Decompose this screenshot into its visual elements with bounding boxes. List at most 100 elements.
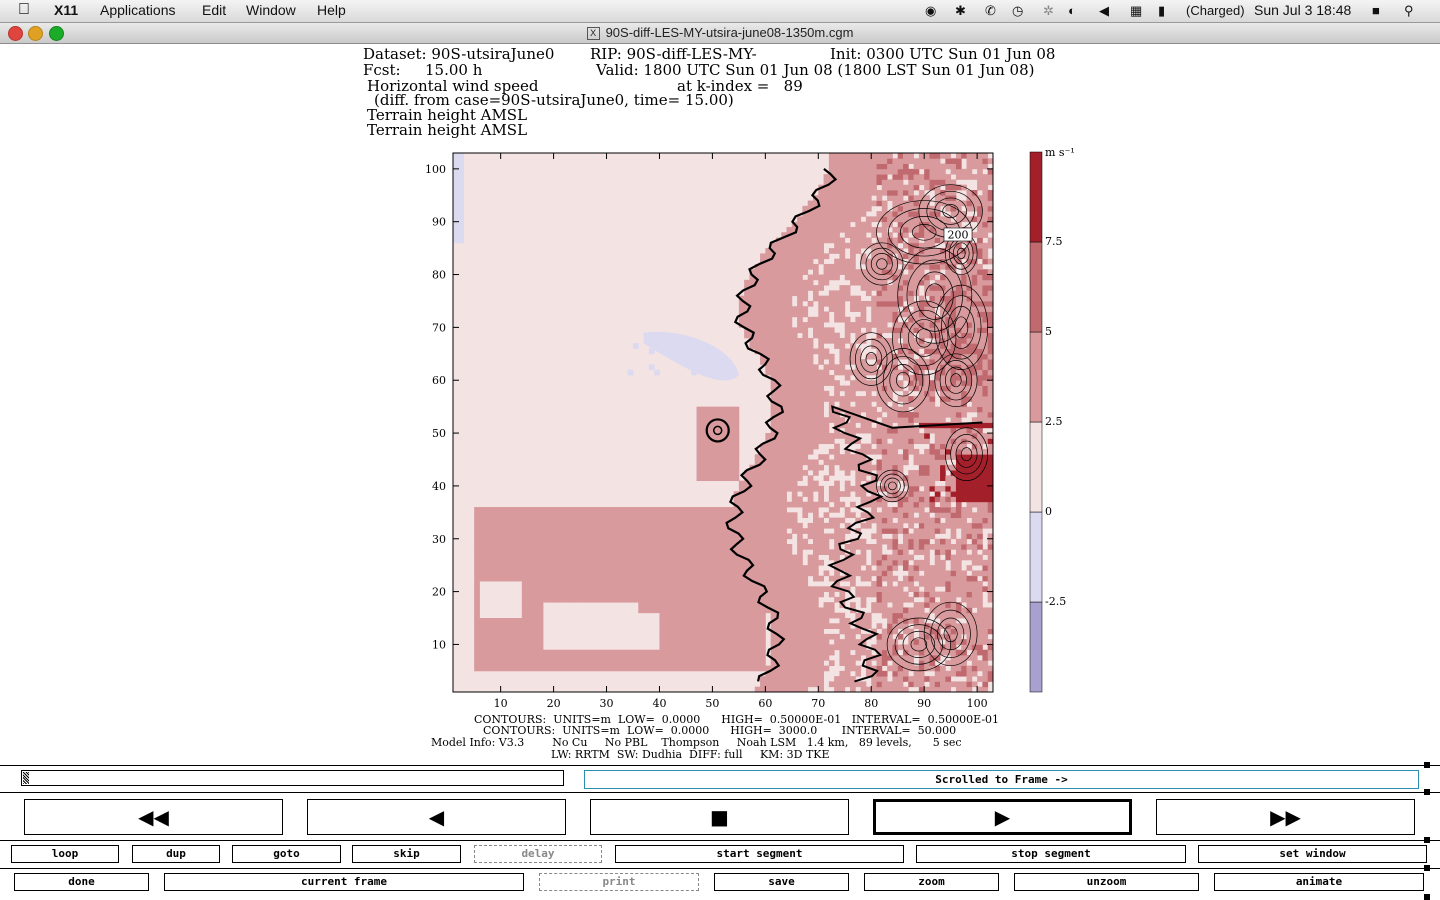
- field-cell: [675, 528, 682, 534]
- field-cell: [887, 327, 893, 334]
- field-cell: [797, 681, 803, 688]
- field-cell: [881, 401, 888, 408]
- field-cell: [760, 475, 766, 482]
- field-cell: [781, 575, 787, 582]
- field-cell: [871, 311, 877, 318]
- field-cell: [712, 665, 719, 672]
- field-cell: [797, 311, 803, 318]
- field-cell: [701, 591, 708, 598]
- field-cell: [850, 422, 856, 429]
- field-cell: [521, 517, 528, 524]
- field-cell: [918, 226, 925, 233]
- field-cell: [537, 586, 544, 592]
- field-cell: [850, 602, 856, 608]
- field-cell: [617, 655, 623, 661]
- field-cell: [955, 581, 962, 587]
- field-cell: [860, 554, 867, 561]
- field-cell: [527, 528, 533, 534]
- field-cell: [558, 507, 565, 513]
- field-cell: [865, 385, 872, 392]
- field-cell: [828, 300, 835, 307]
- field-cell: [712, 628, 719, 635]
- field-cell: [775, 332, 782, 339]
- field-cell: [569, 581, 576, 587]
- field-cell: [791, 623, 798, 629]
- field-cell: [723, 464, 729, 471]
- field-cell: [818, 528, 824, 534]
- field-cell: [871, 501, 877, 508]
- field-cell: [850, 581, 856, 587]
- field-cell: [802, 596, 809, 603]
- field-cell: [558, 512, 565, 519]
- field-cell: [844, 295, 851, 302]
- field-cell: [940, 332, 946, 339]
- field-cell: [516, 575, 523, 582]
- field-cell: [564, 586, 570, 592]
- field-cell: [627, 554, 634, 561]
- field-cell: [580, 581, 586, 587]
- field-cell: [770, 544, 777, 550]
- field-cell: [707, 628, 713, 635]
- field-cell: [543, 533, 549, 540]
- field-cell: [733, 464, 740, 471]
- field-cell: [484, 554, 491, 561]
- field-cell: [712, 411, 719, 418]
- field-cell: [823, 295, 830, 302]
- field-cell: [918, 211, 925, 217]
- field-cell: [744, 660, 750, 666]
- field-cell: [760, 649, 766, 656]
- field-cell: [966, 665, 973, 672]
- field-cell: [881, 644, 888, 651]
- field-cell: [929, 565, 936, 571]
- field-cell: [818, 618, 824, 624]
- field-cell: [839, 454, 846, 460]
- field-cell: [664, 607, 671, 614]
- field-cell: [627, 591, 634, 598]
- field-cell: [775, 459, 782, 466]
- field-cell: [860, 538, 867, 545]
- field-cell: [802, 491, 809, 497]
- field-cell: [648, 660, 655, 666]
- field-cell: [765, 364, 772, 371]
- field-cell: [823, 433, 830, 439]
- field-cell: [527, 586, 533, 592]
- field-cell: [881, 322, 888, 328]
- field-cell: [797, 676, 803, 682]
- field-cell: [775, 485, 782, 492]
- field-cell: [818, 517, 824, 524]
- field-cell: [553, 596, 560, 603]
- field-cell: [474, 512, 480, 519]
- field-cell: [982, 290, 989, 297]
- field-cell: [585, 528, 592, 534]
- field-cell: [675, 607, 682, 614]
- field-cell: [723, 623, 729, 629]
- field-cell: [955, 570, 962, 577]
- field-cell: [500, 544, 507, 550]
- field-cell: [760, 623, 766, 629]
- field-cell: [696, 438, 703, 445]
- field-cell: [924, 279, 930, 286]
- field-cell: [797, 327, 803, 334]
- field-cell: [977, 364, 983, 371]
- field-cell: [892, 575, 899, 582]
- field-cell: [622, 660, 629, 666]
- field-cell: [622, 533, 629, 540]
- field-cell: [760, 554, 766, 561]
- field-cell: [744, 612, 750, 619]
- field-cell: [574, 660, 581, 666]
- field-cell: [918, 660, 925, 666]
- field-cell: [775, 470, 782, 476]
- field-cell: [934, 475, 941, 482]
- field-cell: [850, 396, 856, 402]
- field-cell: [971, 269, 978, 275]
- field-cell: [940, 380, 946, 386]
- field-cell: [797, 591, 803, 598]
- field-cell: [929, 263, 936, 270]
- field-cell: [701, 628, 708, 635]
- field-cell: [913, 549, 920, 556]
- field-cell: [585, 507, 592, 513]
- field-cell: [813, 364, 819, 371]
- field-cell: [850, 300, 856, 307]
- field-cell: [786, 570, 793, 577]
- field-cell: [807, 485, 814, 492]
